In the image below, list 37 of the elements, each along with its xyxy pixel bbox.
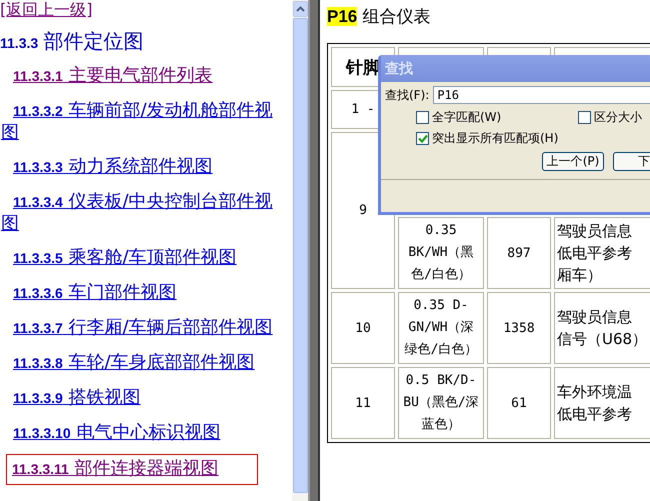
section-link[interactable]: 11.3.3.4 仪表板/中央控制台部件视图: [1, 191, 273, 234]
document-title: 组合仪表: [362, 7, 431, 27]
scroll-up-button[interactable]: [292, 1, 308, 17]
table-cell-text: 车外环境温 低电平参考: [557, 382, 633, 425]
table-cell-text: 0.35 BK/WH（黑色/白色）: [407, 222, 475, 284]
table-cell: 61: [487, 367, 551, 439]
section-link[interactable]: 11.3.3.2 车辆前部/发动机舱部件视图: [1, 100, 273, 143]
table-cell: 11: [331, 367, 395, 439]
table-cell: 897: [487, 217, 551, 289]
checkbox[interactable]: [416, 111, 429, 124]
pane-splitter[interactable]: [308, 0, 320, 501]
checkbox[interactable]: [578, 111, 591, 124]
checkbox-label: 区分大小: [594, 109, 642, 126]
section-link[interactable]: 11.3.3.10 电气中心标识视图: [1, 422, 273, 444]
checkbox-label: 全字匹配(W): [432, 109, 502, 126]
checkbox[interactable]: [416, 132, 429, 145]
table-cell-text: 0.35 D-GN/WH（深绿色/白色）: [404, 297, 478, 359]
section-link[interactable]: 11.3.3.8 车轮/车身底部部件视图: [1, 352, 273, 374]
dialog-button[interactable]: 上一个(P): [542, 152, 604, 171]
table-cell-text: 驾驶员信息 信号（U68）: [557, 307, 648, 350]
section-link[interactable]: 11.3.3.5 乘客舱/车顶部件视图: [1, 247, 273, 269]
table-cell-text: 0.5 BK/D-BU（黑色/深蓝色）: [403, 372, 479, 434]
checkbox-label: 突出显示所有匹配项(H): [432, 130, 558, 147]
highlighted-match: P16: [327, 7, 358, 26]
find-input[interactable]: P16: [433, 86, 650, 104]
dialog-button[interactable]: 下: [613, 152, 650, 171]
table-cell: 10: [331, 292, 395, 364]
section-link[interactable]: 11.3.3.1 主要电气部件列表: [1, 65, 273, 87]
table-cell: 1358: [487, 292, 551, 364]
back-link[interactable]: [返回上一级]: [0, 1, 92, 18]
section-heading: 11.3.3 部件定位图: [0, 29, 144, 55]
section-link[interactable]: 11.3.3.11 部件连接器端视图: [12, 458, 253, 480]
section-link[interactable]: 11.3.3.6 车门部件视图: [1, 282, 273, 304]
section-link[interactable]: 11.3.3.7 行李厢/车辆后部部件视图: [1, 317, 273, 339]
section-link[interactable]: 11.3.3.3 动力系统部件视图: [1, 156, 273, 178]
section-link[interactable]: 11.3.3.9 搭铁视图: [1, 387, 273, 409]
table-cell-text: 驾驶员信息 低电平参考 厢车）: [557, 221, 633, 286]
